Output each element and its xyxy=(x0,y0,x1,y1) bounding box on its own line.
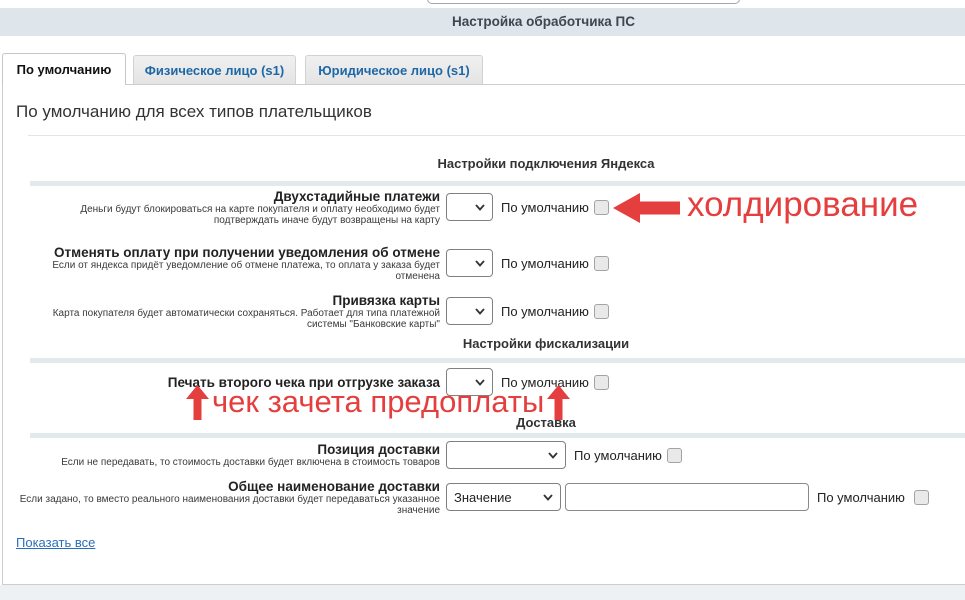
delivery-position-default-checkbox[interactable] xyxy=(667,448,682,463)
setting-description: подтверждать иначе будут возвращены на к… xyxy=(3,215,440,226)
holding-annotation: холдирование xyxy=(687,186,918,224)
settings-panel: По умолчанию для всех типов плательщиков… xyxy=(2,84,965,585)
setting-row-card-binding: Привязка карты Карта покупателя будет ав… xyxy=(3,288,965,334)
section-header-fiscal: Настройки фискализации xyxy=(30,336,965,351)
setting-description: отменена xyxy=(3,271,440,282)
setting-row-delivery-name: Общее наименование доставки Если задано,… xyxy=(3,474,965,520)
setting-description: Если задано, то вместо реального наимено… xyxy=(3,494,440,505)
setting-row-cancel-payment: Отменять оплату при получении уведомлени… xyxy=(3,241,965,285)
setting-label: Позиция доставки xyxy=(3,442,440,457)
cropped-top-input[interactable] xyxy=(427,0,740,4)
section-header-yandex: Настройки подключения Яндекса xyxy=(30,156,965,171)
setting-description: системы "Банковские карты" xyxy=(3,319,440,330)
settings-header-bar: Настройка обработчика ПС xyxy=(0,8,965,36)
panel-heading: По умолчанию для всех типов плательщиков xyxy=(16,102,372,122)
tab-individual[interactable]: Физическое лицо (s1) xyxy=(133,55,296,84)
setting-label: Двухстадийные платежи xyxy=(3,189,440,204)
page: Настройка обработчика ПС По умолчанию Фи… xyxy=(0,0,965,600)
default-checkbox-label: По умолчанию xyxy=(501,256,589,271)
setting-description: Деньги будут блокироваться на карте поку… xyxy=(3,204,440,215)
chevron-down-icon xyxy=(548,452,558,459)
delivery-name-input[interactable] xyxy=(565,483,809,511)
setting-label: Привязка карты xyxy=(3,293,440,308)
show-all-link[interactable]: Показать все xyxy=(16,535,95,550)
setting-row-two-stage-payments: Двухстадийные платежи Деньги будут блоки… xyxy=(3,184,965,230)
setting-label: Отменять оплату при получении уведомлени… xyxy=(3,245,440,260)
chevron-down-icon xyxy=(475,308,485,315)
divider xyxy=(28,135,965,136)
tab-default[interactable]: По умолчанию xyxy=(2,53,126,85)
default-checkbox-label: По умолчанию xyxy=(817,490,905,505)
default-checkbox-label: По умолчанию xyxy=(574,448,662,463)
delivery-name-default-checkbox[interactable] xyxy=(914,490,929,505)
setting-label: Общее наименование доставки xyxy=(3,479,440,494)
cancel-payment-default-checkbox[interactable] xyxy=(594,256,609,271)
second-receipt-default-checkbox[interactable] xyxy=(594,375,609,390)
chevron-down-icon xyxy=(543,494,553,501)
setting-row-delivery-position: Позиция доставки Если не передавать, то … xyxy=(3,437,965,473)
setting-description: значение xyxy=(3,505,440,516)
setting-description: Если от яндекса придёт уведомление об от… xyxy=(3,260,440,271)
setting-description: Если не передавать, то стоимость доставк… xyxy=(3,457,440,468)
page-background-strip xyxy=(0,585,965,600)
delivery-name-mode-select[interactable]: Значение xyxy=(446,483,561,511)
chevron-down-icon xyxy=(475,204,485,211)
two-stage-payments-select[interactable] xyxy=(446,193,493,221)
tab-legal-entity[interactable]: Юридическое лицо (s1) xyxy=(305,55,483,84)
delivery-position-select[interactable] xyxy=(446,441,566,469)
default-checkbox-label: По умолчанию xyxy=(501,304,589,319)
default-checkbox-label: По умолчанию xyxy=(501,200,589,215)
red-left-arrow-icon xyxy=(613,193,680,223)
card-binding-select[interactable] xyxy=(446,297,493,325)
section-header-delivery: Доставка xyxy=(30,415,965,430)
prepayment-annotation-text: чек зачета предоплаты xyxy=(212,385,544,419)
card-binding-default-checkbox[interactable] xyxy=(594,304,609,319)
cancel-payment-select[interactable] xyxy=(446,249,493,277)
two-stage-payments-default-checkbox[interactable] xyxy=(594,200,609,215)
section-bar xyxy=(30,358,965,363)
setting-description: Карта покупателя будет автоматически сох… xyxy=(3,308,440,319)
delivery-name-mode-value: Значение xyxy=(454,490,512,505)
page-title: Настройка обработчика ПС xyxy=(452,8,635,36)
chevron-down-icon xyxy=(475,260,485,267)
